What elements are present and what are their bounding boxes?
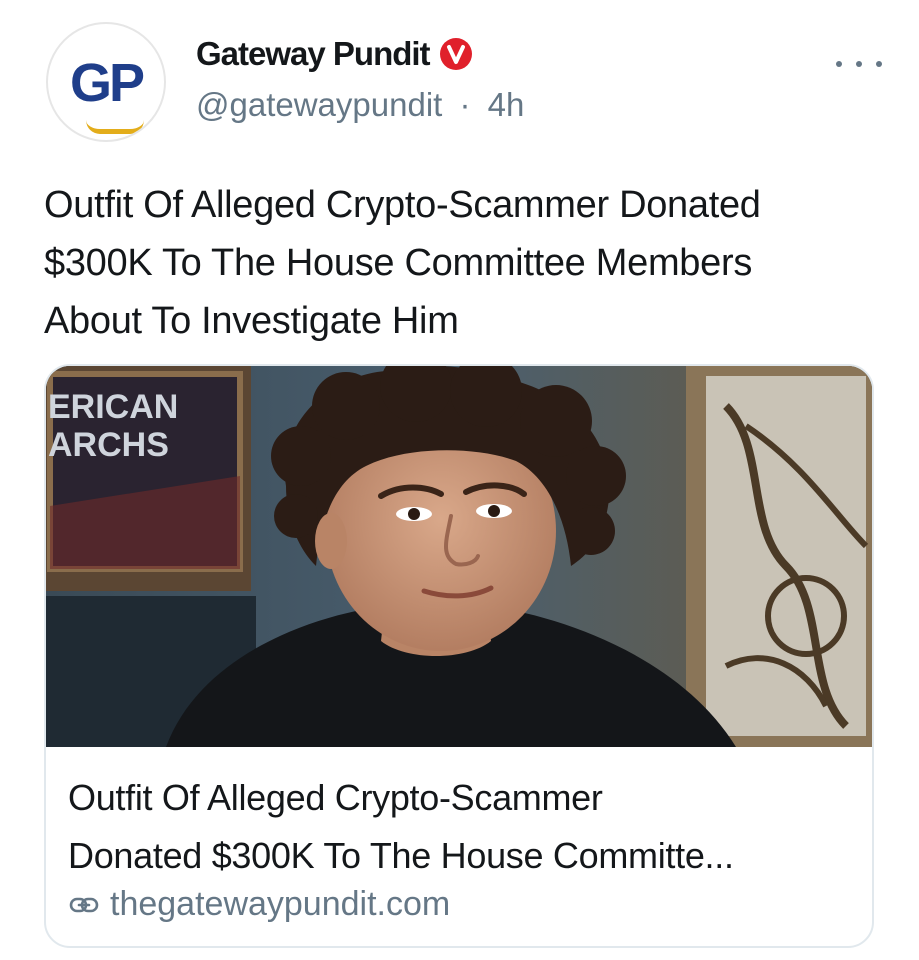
more-horizontal-icon xyxy=(856,61,862,67)
post-text-line: $300K To The House Committee Members xyxy=(44,242,753,284)
post-text-line: About To Investigate Him xyxy=(44,300,459,342)
author-handle[interactable]: @gatewaypundit xyxy=(196,86,442,123)
verified-v-icon xyxy=(446,45,465,64)
link-preview-title-line: Donated $300K To The House Committe... xyxy=(68,835,734,876)
verified-badge-icon xyxy=(439,38,472,70)
more-horizontal-icon xyxy=(876,61,882,67)
avatar-logo-text: GP xyxy=(69,53,145,113)
link-preview-image: ERICAN ARCHS xyxy=(46,366,872,747)
more-options-button[interactable] xyxy=(836,54,882,74)
link-preview-title-line: Outfit Of Alleged Crypto-Scammer xyxy=(68,777,603,818)
post-text: Outfit Of Alleged Crypto-Scammer Donated… xyxy=(44,176,874,350)
news-photo: ERICAN ARCHS xyxy=(46,366,872,747)
author-name[interactable]: Gateway Pundit xyxy=(196,35,431,73)
more-horizontal-icon xyxy=(836,61,842,67)
post-time[interactable]: 4h xyxy=(488,86,525,123)
link-preview-card[interactable]: ERICAN ARCHS Outfit Of Alleged Crypto-Sc… xyxy=(44,364,874,948)
image-sign-text: ERICAN xyxy=(48,388,178,426)
avatar-logo-swoosh xyxy=(86,120,144,134)
link-preview-domain: thegatewaypundit.com xyxy=(110,885,451,923)
author-meta: @gatewaypundit · 4h xyxy=(196,86,524,124)
post-text-line: Outfit Of Alleged Crypto-Scammer Donated xyxy=(44,184,761,226)
link-preview-domain-row: thegatewaypundit.com xyxy=(68,885,450,924)
author-avatar[interactable]: GP xyxy=(46,22,166,142)
meta-separator: · xyxy=(459,86,471,123)
author-name-row: Gateway Pundit xyxy=(196,34,472,74)
link-icon xyxy=(69,897,99,912)
image-sign-text: ARCHS xyxy=(48,426,169,464)
link-preview-title: Outfit Of Alleged Crypto-Scammer Donated… xyxy=(68,769,858,885)
link-preview-body: Outfit Of Alleged Crypto-Scammer Donated… xyxy=(46,747,872,946)
post-header: GP Gateway Pundit @gatewaypundit · 4h xyxy=(46,22,886,148)
